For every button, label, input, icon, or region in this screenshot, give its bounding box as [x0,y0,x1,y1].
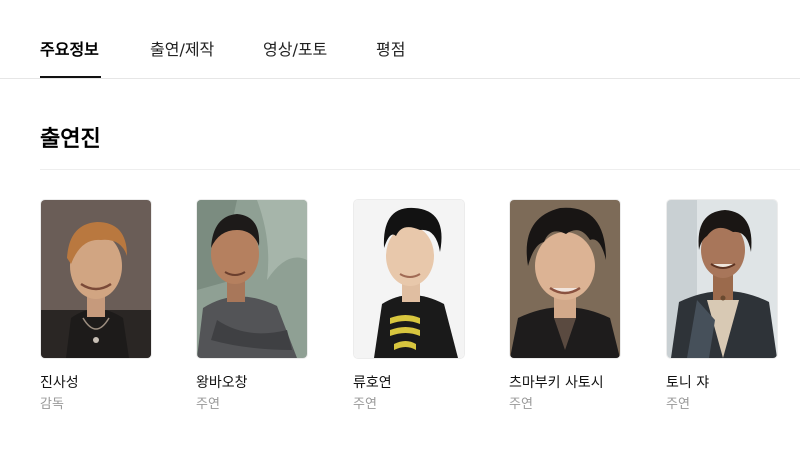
active-tab-indicator [40,76,101,78]
tab-ratings[interactable]: 평점 [376,40,405,60]
cast-item[interactable]: 진사성 감독 [40,199,152,413]
cast-name[interactable]: 왕바오창 [196,374,308,392]
cast-role: 감독 [40,397,64,412]
tab-cast-production[interactable]: 출연/제작 [150,40,214,60]
cast-photo[interactable] [666,199,778,359]
tab-video-photo[interactable]: 영상/포토 [263,40,327,60]
cast-role: 주연 [666,397,690,412]
cast-item[interactable]: 왕바오창 주연 [196,199,308,413]
cast-item[interactable]: 츠마부키 사토시 주연 [509,199,621,413]
tab-bar: 주요정보 출연/제작 영상/포토 평점 [0,0,800,79]
cast-role: 주연 [509,397,533,412]
cast-item[interactable]: 류호연 주연 [353,199,465,413]
tab-main-info[interactable]: 주요정보 [40,40,99,60]
cast-item[interactable]: 토니 쟈 주연 [666,199,778,413]
cast-role: 주연 [196,397,220,412]
cast-photo[interactable] [196,199,308,359]
cast-photo[interactable] [509,199,621,359]
cast-photo[interactable] [40,199,152,359]
cast-name[interactable]: 토니 쟈 [666,374,778,392]
cast-name[interactable]: 츠마부키 사토시 [509,374,621,392]
cast-role: 주연 [353,397,377,412]
cast-name[interactable]: 류호연 [353,374,465,392]
section-divider [40,169,800,170]
cast-photo[interactable] [353,199,465,359]
cast-name[interactable]: 진사성 [40,374,152,392]
section-title: 출연진 [40,127,101,152]
